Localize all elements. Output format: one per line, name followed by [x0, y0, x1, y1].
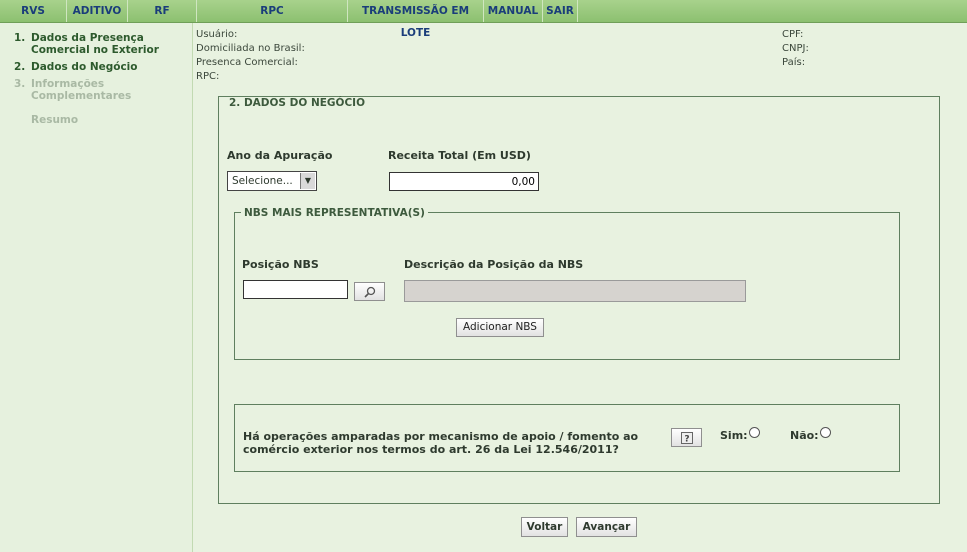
- step-label: Resumo: [31, 114, 79, 126]
- sim-label: Sim:: [720, 429, 748, 442]
- ano-apuracao-value: Selecione...: [232, 175, 293, 187]
- info-domiciliada: Domiciliada no Brasil:: [196, 43, 305, 54]
- descricao-nbs-input: [404, 280, 746, 302]
- sim-radio[interactable]: [749, 427, 760, 438]
- step-dados-negocio[interactable]: 2. Dados do Negócio: [14, 61, 181, 73]
- ano-apuracao-select[interactable]: Selecione... ▼: [227, 171, 317, 191]
- menu-rpc[interactable]: RPC: [197, 0, 348, 22]
- step-number: 2.: [14, 61, 26, 73]
- receita-total-input[interactable]: [389, 172, 539, 191]
- descricao-nbs-label: Descrição da Posição da NBS: [404, 258, 584, 271]
- avancar-button[interactable]: Avançar: [576, 517, 637, 537]
- info-pais: País:: [782, 57, 806, 68]
- info-cpf: CPF:: [782, 29, 804, 40]
- step-label: Dados do Negócio: [31, 61, 138, 73]
- info-usuario: Usuário:: [196, 29, 238, 40]
- nao-label: Não:: [790, 429, 819, 442]
- nbs-title: NBS MAIS REPRESENTATIVA(S): [241, 207, 428, 219]
- voltar-button[interactable]: Voltar: [521, 517, 568, 537]
- search-nbs-button[interactable]: [354, 282, 385, 301]
- chevron-down-icon[interactable]: ▼: [300, 173, 315, 189]
- posicao-nbs-label: Posição NBS: [242, 258, 319, 271]
- menu-aditivo[interactable]: ADITIVO: [67, 0, 128, 22]
- step-number: 3.: [14, 78, 26, 90]
- menu-manual[interactable]: MANUAL: [484, 0, 543, 22]
- info-rpc: RPC:: [196, 71, 220, 82]
- step-informacoes-complementares: 3. Informações Complementares: [14, 78, 141, 102]
- step-label: Informações Complementares: [31, 78, 132, 102]
- info-presenca: Presenca Comercial:: [196, 57, 298, 68]
- svg-text:?: ?: [684, 435, 689, 445]
- section-title: 2. DADOS DO NEGÓCIO: [226, 97, 368, 109]
- receita-total-label: Receita Total (Em USD): [388, 149, 531, 162]
- step-presenca-comercial[interactable]: 1. Dados da Presença Comercial no Exterio…: [14, 32, 161, 56]
- help-icon: ?: [680, 432, 693, 445]
- ano-apuracao-label: Ano da Apuração: [227, 149, 333, 162]
- step-label: Dados da Presença Comercial no Exterior: [31, 32, 159, 56]
- step-resumo: Resumo: [14, 114, 181, 126]
- info-cnpj: CNPJ:: [782, 43, 809, 54]
- posicao-nbs-input[interactable]: [243, 280, 348, 299]
- help-button[interactable]: ?: [671, 428, 702, 447]
- question-text: Há operações amparadas por mecanismo de …: [243, 430, 639, 456]
- nao-radio[interactable]: [820, 427, 831, 438]
- adicionar-nbs-button[interactable]: Adicionar NBS: [456, 318, 544, 337]
- menu-sair[interactable]: SAIR: [543, 0, 578, 22]
- menu-rf[interactable]: RF: [128, 0, 197, 22]
- menu-rvs[interactable]: RVS: [0, 0, 67, 22]
- steps-sidebar: [0, 23, 193, 552]
- top-menu-bar: RVS ADITIVO RF RPC TRANSMISSÃO EM LOTE M…: [0, 0, 967, 39]
- step-number: 1.: [14, 32, 26, 44]
- menu-transmissao-lote[interactable]: TRANSMISSÃO EM LOTE: [348, 0, 484, 39]
- search-icon: [363, 286, 375, 298]
